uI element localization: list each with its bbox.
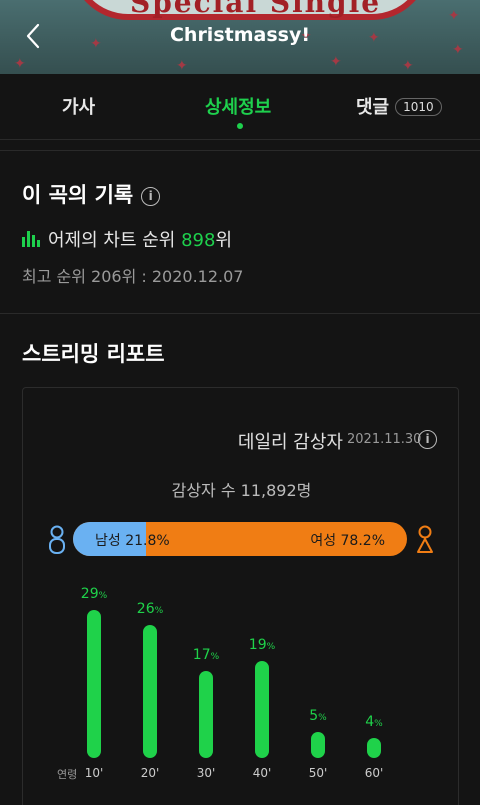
- chart-rank-suffix: 위: [215, 230, 233, 251]
- chart-bars-icon: [22, 231, 42, 247]
- divider: [0, 313, 480, 314]
- album-art-text: Special Single: [130, 0, 382, 19]
- gender-ratio-bar: 남성 21.8% 여성 78.2%: [73, 522, 407, 556]
- streaming-report-title: 스트리밍 리포트: [22, 342, 165, 366]
- age-group-label: 60': [364, 766, 384, 780]
- daily-listeners-card: 데일리 감상자 2021.11.30 i 감상자 수 11,892명 남성 21…: [22, 387, 459, 805]
- age-group-label: 10': [84, 766, 104, 780]
- chart-rank-prefix: 어제의 차트 순위: [48, 230, 182, 251]
- listener-count: 감상자 수 11,892명: [171, 481, 312, 500]
- tab-lyrics[interactable]: 가사: [62, 93, 95, 119]
- album-header: Special Single ✦ ✦ ✦ ✦ ✦ ✦ ✦ ✦ ✦ Christm…: [0, 0, 480, 74]
- age-pct-label: 5%: [309, 708, 327, 724]
- divider: [0, 150, 480, 151]
- page-title: Christmassy!: [169, 24, 311, 46]
- chart-rank-line: 어제의 차트 순위 898위: [22, 226, 232, 252]
- age-bar-1: [143, 625, 157, 758]
- age-pct-label: 17%: [192, 647, 220, 663]
- male-ratio-label: 남성 21.8%: [95, 533, 170, 549]
- age-bar-2: [199, 671, 213, 758]
- tab-details[interactable]: 상세정보: [205, 93, 271, 119]
- age-group-label: 50': [308, 766, 328, 780]
- record-title: 이 곡의 기록: [22, 183, 134, 207]
- record-section-title: 이 곡의 기록 i: [22, 179, 161, 209]
- age-bar-5: [367, 738, 381, 758]
- best-rank-text: 최고 순위 206위 : 2020.12.07: [22, 267, 244, 286]
- age-pct-label: 4%: [365, 714, 383, 730]
- age-group-label: 20': [140, 766, 160, 780]
- active-tab-indicator: [237, 123, 243, 129]
- age-bar-0: [87, 610, 101, 758]
- female-ratio-label: 여성 78.2%: [310, 533, 385, 549]
- age-pct-label: 29%: [80, 586, 108, 602]
- card-title: 데일리 감상자: [237, 432, 343, 453]
- info-icon[interactable]: i: [141, 187, 161, 206]
- male-icon: [49, 525, 65, 554]
- card-info-icon[interactable]: i: [418, 430, 437, 449]
- tab-comments-label: 댓글: [356, 97, 390, 118]
- report-date: 2021.11.30: [347, 432, 422, 447]
- age-group-label: 30': [196, 766, 216, 780]
- chart-rank-value: 898: [181, 230, 216, 251]
- female-icon: [417, 525, 433, 553]
- age-bar-4: [311, 732, 325, 758]
- age-group-label: 40': [252, 766, 272, 780]
- comment-count-badge: 1010: [395, 98, 442, 116]
- tab-bar: 가사 상세정보 댓글 1010: [0, 74, 480, 140]
- tab-comments[interactable]: 댓글 1010: [356, 93, 442, 119]
- age-bar-3: [255, 661, 269, 758]
- age-pct-label: 26%: [136, 601, 164, 617]
- age-pct-label: 19%: [248, 637, 276, 653]
